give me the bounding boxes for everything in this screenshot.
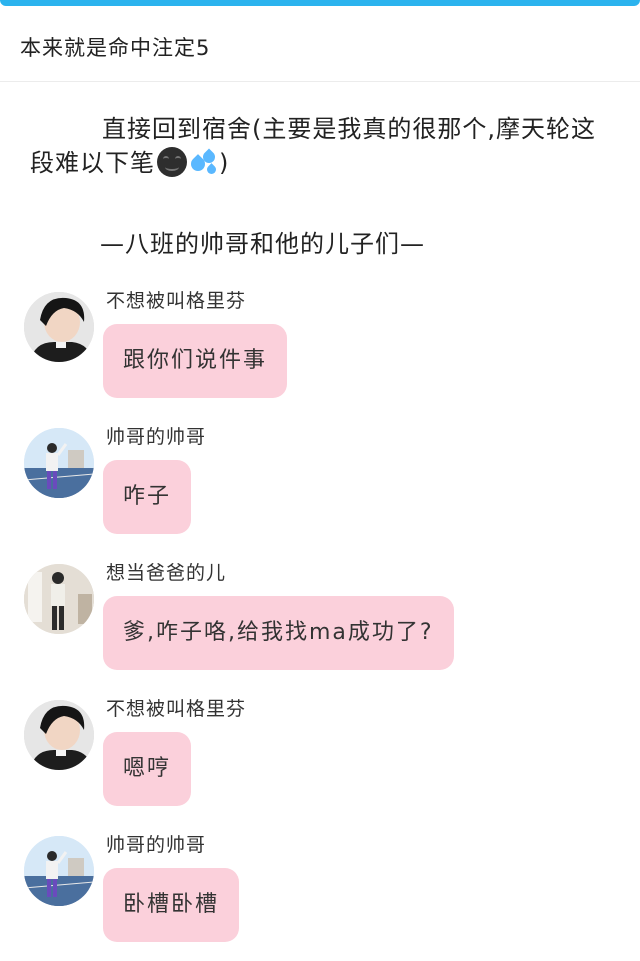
sender-name: 想当爸爸的儿 <box>106 562 227 584</box>
chat-message: 帅哥的帅哥 咋子 <box>0 426 640 548</box>
avatar[interactable] <box>24 428 94 498</box>
sender-name: 不想被叫格里芬 <box>106 290 247 312</box>
chat-message: 想当爸爸的儿 爹,咋子咯,给我找ma成功了? <box>0 562 640 684</box>
intro-close-paren: ) <box>219 149 230 177</box>
intro-paragraph: 直接回到宿舍(主要是我真的很那个,摩天轮这段难以下笔) <box>30 112 620 180</box>
sweat-droplets-icon <box>188 147 219 177</box>
article-title: 本来就是命中注定5 <box>20 36 211 60</box>
avatar[interactable] <box>24 564 94 634</box>
sender-name: 帅哥的帅哥 <box>106 426 207 448</box>
message-bubble[interactable]: 爹,咋子咯,给我找ma成功了? <box>103 596 454 670</box>
sender-name: 帅哥的帅哥 <box>106 834 207 856</box>
chat-message: 不想被叫格里芬 跟你们说件事 <box>0 290 640 412</box>
avatar[interactable] <box>24 700 94 770</box>
message-bubble[interactable]: 嗯哼 <box>103 732 192 806</box>
message-bubble[interactable]: 跟你们说件事 <box>103 324 288 398</box>
article-header: 本来就是命中注定5 <box>0 6 640 82</box>
section-title: —八班的帅哥和他的儿子们— <box>100 230 425 258</box>
message-bubble[interactable]: 卧槽卧槽 <box>103 868 240 942</box>
avatar[interactable] <box>24 836 94 906</box>
grimace-face-icon <box>157 147 187 177</box>
sender-name: 不想被叫格里芬 <box>106 698 247 720</box>
intro-text: 直接回到宿舍(主要是我真的很那个,摩天轮这段难以下笔 <box>30 115 596 177</box>
chat-message: 帅哥的帅哥 卧槽卧槽 <box>0 834 640 956</box>
avatar[interactable] <box>24 292 94 362</box>
chat-message: 不想被叫格里芬 嗯哼 <box>0 698 640 820</box>
message-bubble[interactable]: 咋子 <box>103 460 192 534</box>
